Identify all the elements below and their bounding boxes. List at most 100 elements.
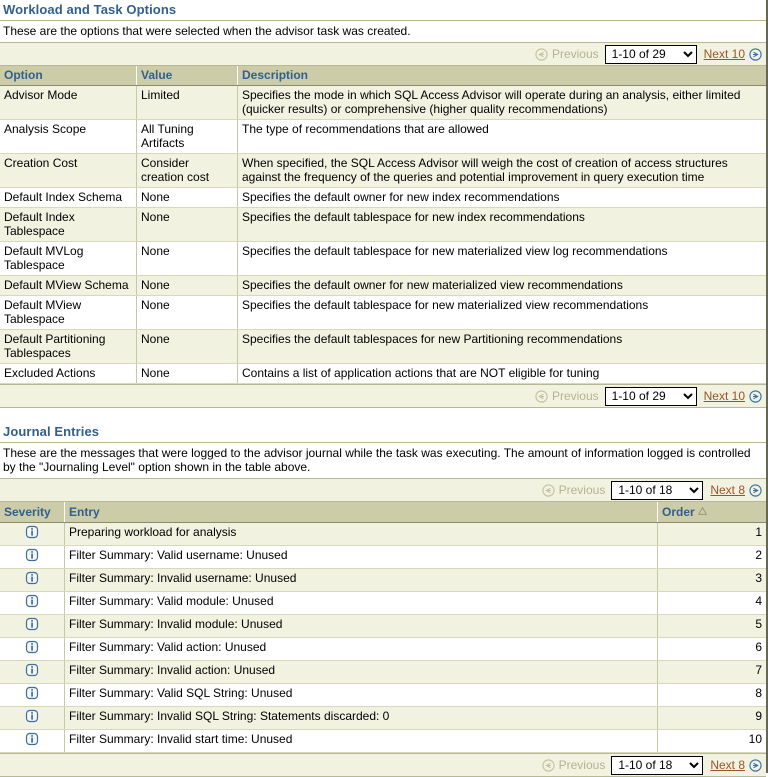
table-row: Filter Summary: Valid module: Unused4 — [0, 592, 766, 615]
cell-severity — [0, 707, 65, 730]
previous-label: Previous — [559, 758, 606, 772]
circle-left-arrow-icon — [535, 390, 548, 403]
cell-option: Analysis Scope — [0, 120, 137, 154]
table-row: Filter Summary: Invalid start time: Unus… — [0, 730, 766, 753]
table-row: Filter Summary: Valid username: Unused2 — [0, 546, 766, 569]
next-link-label[interactable]: Next 8 — [710, 483, 745, 497]
journal-pagination-bottom: Previous 1-10 of 18 Next 8 — [0, 753, 766, 777]
column-header-order-label: Order — [662, 505, 695, 519]
cell-description: Specifies the default tablespace for new… — [238, 242, 767, 276]
cell-severity — [0, 730, 65, 753]
column-header-severity: Severity — [0, 502, 65, 523]
cell-description: Specifies the default tablespaces for ne… — [238, 330, 767, 364]
table-row: Filter Summary: Invalid SQL String: Stat… — [0, 707, 766, 730]
column-header-entry: Entry — [65, 502, 658, 523]
next-control[interactable]: Next 8 — [710, 483, 762, 497]
cell-description: Specifies the default owner for new inde… — [238, 188, 767, 208]
column-header-order[interactable]: Order — [658, 502, 767, 523]
circle-right-arrow-icon[interactable] — [749, 484, 762, 497]
cell-value: None — [137, 364, 238, 384]
cell-entry: Filter Summary: Valid module: Unused — [65, 592, 658, 615]
previous-control-disabled: Previous — [542, 758, 606, 772]
information-icon — [25, 574, 39, 588]
cell-order: 3 — [658, 569, 767, 592]
cell-entry: Filter Summary: Invalid module: Unused — [65, 615, 658, 638]
journal-page-range-select[interactable]: 1-10 of 18 — [611, 756, 703, 775]
journal-entries-table: Severity Entry Order Preparing workload … — [0, 502, 766, 753]
journal-pagination-top: Previous 1-10 of 18 Next 8 — [0, 478, 766, 502]
cell-entry: Filter Summary: Invalid action: Unused — [65, 661, 658, 684]
table-row: Analysis ScopeAll Tuning ArtifactsThe ty… — [0, 120, 766, 154]
previous-control-disabled: Previous — [535, 389, 599, 403]
previous-label: Previous — [552, 47, 599, 61]
circle-right-arrow-icon[interactable] — [749, 390, 762, 403]
column-header-value: Value — [137, 66, 238, 86]
table-row: Default Index TablespaceNoneSpecifies th… — [0, 208, 766, 242]
workload-page-range-select[interactable]: 1-10 of 29 — [605, 45, 697, 64]
table-row: Default MVLog TablespaceNoneSpecifies th… — [0, 242, 766, 276]
previous-control-disabled: Previous — [535, 47, 599, 61]
cell-entry: Filter Summary: Valid SQL String: Unused — [65, 684, 658, 707]
circle-left-arrow-icon — [542, 759, 555, 772]
cell-value: None — [137, 330, 238, 364]
information-icon — [25, 551, 39, 565]
cell-value: None — [137, 276, 238, 296]
table-row: Creation CostConsider creation costWhen … — [0, 154, 766, 188]
cell-order: 10 — [658, 730, 767, 753]
journal-page-range-select[interactable]: 1-10 of 18 — [611, 481, 703, 500]
cell-value: Limited — [137, 86, 238, 120]
sql-access-advisor-results-page: Workload and Task Options These are the … — [0, 0, 768, 773]
workload-options-table: Option Value Description Advisor ModeLim… — [0, 66, 766, 384]
cell-option: Default MView Schema — [0, 276, 137, 296]
cell-entry: Filter Summary: Invalid SQL String: Stat… — [65, 707, 658, 730]
workload-pagination-top: Previous 1-10 of 29 Next 10 — [0, 42, 766, 66]
cell-value: None — [137, 296, 238, 330]
cell-entry: Filter Summary: Invalid start time: Unus… — [65, 730, 658, 753]
cell-option: Advisor Mode — [0, 86, 137, 120]
cell-order: 8 — [658, 684, 767, 707]
previous-label: Previous — [559, 483, 606, 497]
cell-value: None — [137, 242, 238, 276]
cell-severity — [0, 592, 65, 615]
previous-control-disabled: Previous — [542, 483, 606, 497]
table-row: Default MView TablespaceNoneSpecifies th… — [0, 296, 766, 330]
cell-description: Contains a list of application actions t… — [238, 364, 767, 384]
table-row: Default Partitioning TablespacesNoneSpec… — [0, 330, 766, 364]
table-row: Default MView SchemaNoneSpecifies the de… — [0, 276, 766, 296]
table-row: Excluded ActionsNoneContains a list of a… — [0, 364, 766, 384]
circle-right-arrow-icon[interactable] — [749, 48, 762, 61]
table-row: Default Index SchemaNoneSpecifies the de… — [0, 188, 766, 208]
information-icon — [25, 597, 39, 611]
cell-severity — [0, 569, 65, 592]
information-icon — [25, 666, 39, 680]
cell-order: 7 — [658, 661, 767, 684]
column-header-description: Description — [238, 66, 767, 86]
next-link-label[interactable]: Next 10 — [704, 47, 745, 61]
table-row: Filter Summary: Invalid username: Unused… — [0, 569, 766, 592]
next-control[interactable]: Next 10 — [704, 47, 762, 61]
table-row: Preparing workload for analysis1 — [0, 523, 766, 546]
cell-order: 4 — [658, 592, 767, 615]
cell-value: None — [137, 208, 238, 242]
table-row: Filter Summary: Valid action: Unused6 — [0, 638, 766, 661]
cell-value: Consider creation cost — [137, 154, 238, 188]
cell-severity — [0, 523, 65, 546]
information-icon — [25, 643, 39, 657]
section-spacer — [0, 408, 766, 422]
information-icon — [25, 528, 39, 542]
workload-pagination-bottom: Previous 1-10 of 29 Next 10 — [0, 384, 766, 408]
workload-page-range-select[interactable]: 1-10 of 29 — [605, 387, 697, 406]
next-control[interactable]: Next 10 — [704, 389, 762, 403]
table-row: Filter Summary: Valid SQL String: Unused… — [0, 684, 766, 707]
next-link-label[interactable]: Next 8 — [710, 758, 745, 772]
circle-left-arrow-icon — [535, 48, 548, 61]
circle-right-arrow-icon[interactable] — [749, 759, 762, 772]
cell-option: Excluded Actions — [0, 364, 137, 384]
cell-entry: Filter Summary: Valid username: Unused — [65, 546, 658, 569]
previous-label: Previous — [552, 389, 599, 403]
cell-order: 9 — [658, 707, 767, 730]
ascending-triangle-icon — [698, 504, 707, 518]
cell-description: Specifies the default tablespace for new… — [238, 208, 767, 242]
next-control[interactable]: Next 8 — [710, 758, 762, 772]
next-link-label[interactable]: Next 10 — [704, 389, 745, 403]
